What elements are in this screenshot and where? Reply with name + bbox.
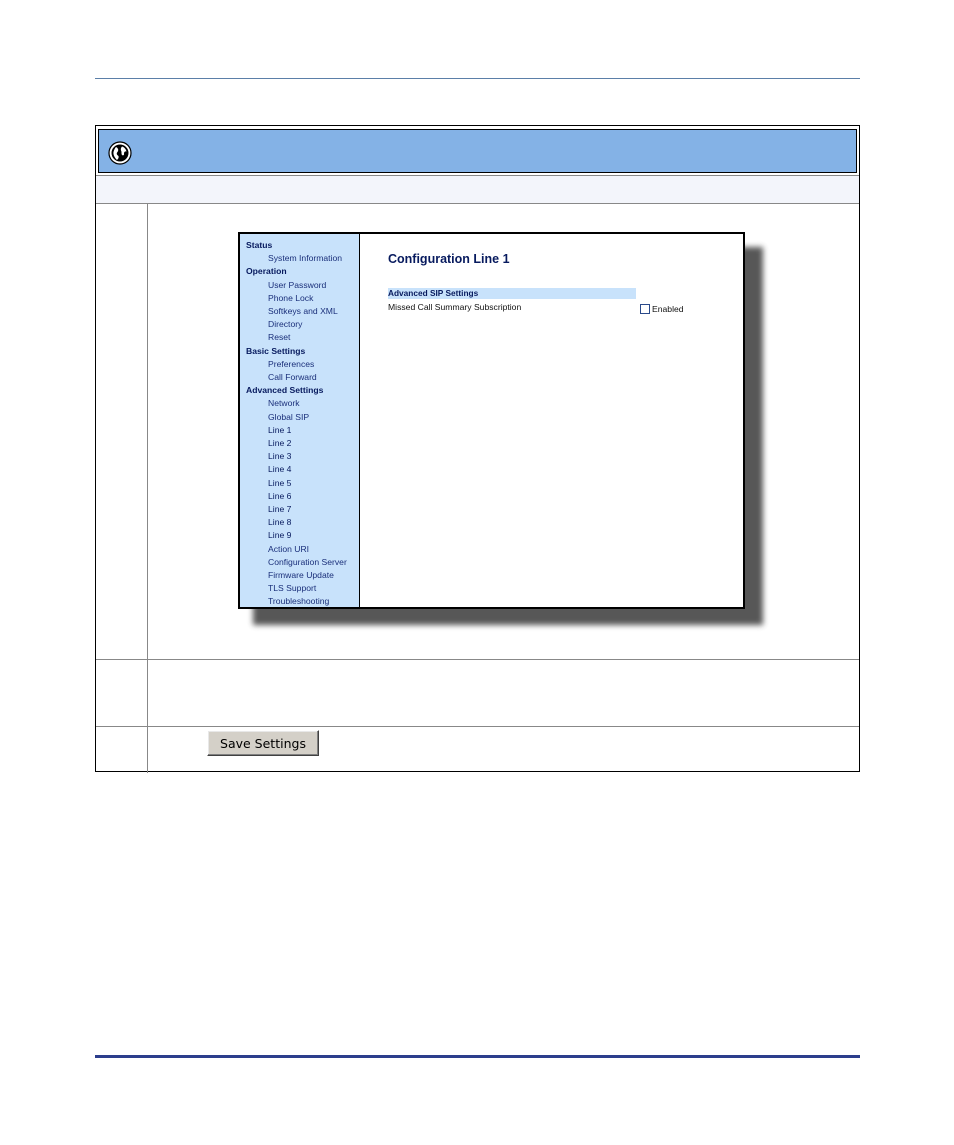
nav-item-troubleshooting[interactable]: Troubleshooting xyxy=(240,595,359,607)
nav-item-softkeys-xml[interactable]: Softkeys and XML xyxy=(240,305,359,318)
section-header-advanced-sip: Advanced SIP Settings xyxy=(388,288,636,299)
bottom-rule xyxy=(95,1055,860,1058)
nav-section-status[interactable]: Status xyxy=(240,239,359,252)
nav-item-system-information[interactable]: System Information xyxy=(240,252,359,265)
nav-item-global-sip[interactable]: Global SIP xyxy=(240,411,359,424)
nav-item-line-5[interactable]: Line 5 xyxy=(240,477,359,490)
sidebar-nav: Status System Information Operation User… xyxy=(240,234,360,607)
config-content: Configuration Line 1 Advanced SIP Settin… xyxy=(360,234,743,607)
nav-item-action-uri[interactable]: Action URI xyxy=(240,543,359,556)
nav-section-advanced-settings[interactable]: Advanced Settings xyxy=(240,384,359,397)
nav-item-configuration-server[interactable]: Configuration Server xyxy=(240,556,359,569)
nav-item-line-4[interactable]: Line 4 xyxy=(240,463,359,476)
nav-item-firmware-update[interactable]: Firmware Update xyxy=(240,569,359,582)
nav-item-user-password[interactable]: User Password xyxy=(240,279,359,292)
step-number-cell xyxy=(96,204,148,659)
nav-item-network[interactable]: Network xyxy=(240,397,359,410)
nav-item-line-6[interactable]: Line 6 xyxy=(240,490,359,503)
step-number-cell xyxy=(96,727,148,773)
procedure-subheader xyxy=(96,175,859,204)
nav-item-line-9[interactable]: Line 9 xyxy=(240,529,359,542)
nav-item-line-7[interactable]: Line 7 xyxy=(240,503,359,516)
globe-icon xyxy=(108,141,132,165)
nav-item-preferences[interactable]: Preferences xyxy=(240,358,359,371)
step-number-cell xyxy=(96,660,148,726)
missed-call-enabled-checkbox[interactable] xyxy=(640,304,650,314)
missed-call-summary-label: Missed Call Summary Subscription xyxy=(388,302,522,312)
nav-item-line-2[interactable]: Line 2 xyxy=(240,437,359,450)
nav-item-reset[interactable]: Reset xyxy=(240,331,359,344)
procedure-header xyxy=(98,129,857,173)
nav-item-phone-lock[interactable]: Phone Lock xyxy=(240,292,359,305)
enabled-label: Enabled xyxy=(652,304,684,314)
page-title: Configuration Line 1 xyxy=(388,252,510,266)
nav-item-tls-support[interactable]: TLS Support xyxy=(240,582,359,595)
nav-section-operation[interactable]: Operation xyxy=(240,265,359,278)
nav-item-call-forward[interactable]: Call Forward xyxy=(240,371,359,384)
embedded-web-ui-screenshot: Status System Information Operation User… xyxy=(238,232,745,609)
step-row-2 xyxy=(96,660,859,727)
nav-item-line-8[interactable]: Line 8 xyxy=(240,516,359,529)
nav-item-line-3[interactable]: Line 3 xyxy=(240,450,359,463)
top-rule xyxy=(95,78,860,79)
nav-section-basic-settings[interactable]: Basic Settings xyxy=(240,345,359,358)
nav-item-line-1[interactable]: Line 1 xyxy=(240,424,359,437)
nav-item-directory[interactable]: Directory xyxy=(240,318,359,331)
save-settings-button[interactable]: Save Settings xyxy=(207,730,319,756)
